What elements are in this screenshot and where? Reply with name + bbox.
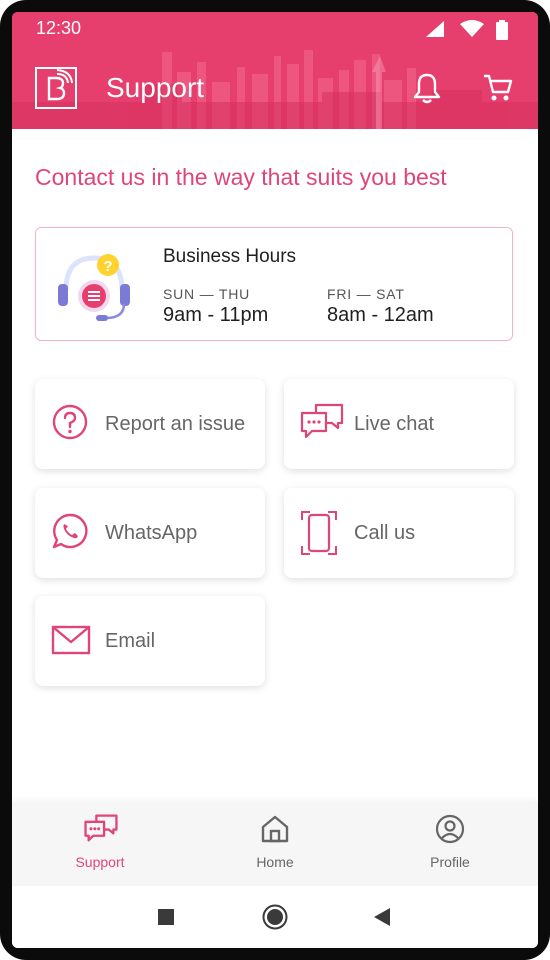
bell-icon[interactable] bbox=[412, 72, 442, 104]
phone-icon bbox=[301, 511, 337, 555]
weekday-label: SUN — THU bbox=[163, 286, 251, 302]
weekday-hours: 9am - 11pm bbox=[163, 304, 269, 326]
user-circle-icon bbox=[435, 814, 465, 844]
live-chat-label: Live chat bbox=[354, 413, 435, 435]
nav-home-label: Home bbox=[256, 854, 294, 870]
status-bar: 12:30 bbox=[12, 12, 538, 46]
business-hours-title: Business Hours bbox=[163, 246, 297, 267]
weekend-label: FRI — SAT bbox=[327, 286, 405, 302]
header: 12:30 Support bbox=[12, 12, 538, 129]
chat-bubbles-icon bbox=[84, 814, 118, 842]
report-issue-button[interactable]: Report an issue bbox=[35, 379, 265, 469]
whatsapp-label: WhatsApp bbox=[105, 522, 198, 544]
chat-bubbles-icon bbox=[300, 403, 344, 439]
system-nav-bar bbox=[12, 886, 538, 948]
call-us-button[interactable]: Call us bbox=[284, 488, 514, 578]
recents-square-icon[interactable] bbox=[158, 909, 174, 925]
screen: 12:30 Support Contact us in the way that… bbox=[12, 12, 538, 948]
nav-support[interactable]: Support bbox=[30, 802, 170, 886]
device-frame: 12:30 Support Contact us in the way that… bbox=[0, 0, 550, 960]
nav-home[interactable]: Home bbox=[205, 802, 345, 886]
question-circle-icon bbox=[52, 404, 88, 440]
business-hours-card: ? Business Hours SUN — THU 9am - 11pm FR… bbox=[35, 227, 513, 341]
nav-support-label: Support bbox=[75, 854, 125, 870]
headline: Contact us in the way that suits you bes… bbox=[35, 164, 447, 190]
report-issue-label: Report an issue bbox=[105, 413, 246, 435]
bottom-nav: Support Home Profile bbox=[12, 802, 538, 886]
nav-profile-label: Profile bbox=[430, 854, 470, 870]
svg-text:?: ? bbox=[103, 258, 112, 275]
whatsapp-icon bbox=[52, 513, 88, 549]
status-time: 12:30 bbox=[36, 18, 82, 38]
cell-signal-icon bbox=[426, 21, 444, 37]
nav-profile[interactable]: Profile bbox=[380, 802, 520, 886]
headset-support-icon: ? bbox=[58, 254, 130, 321]
envelope-icon bbox=[51, 625, 91, 655]
page-title: Support bbox=[106, 72, 205, 103]
back-triangle-icon[interactable] bbox=[374, 908, 390, 926]
weekend-hours: 8am - 12am bbox=[327, 304, 434, 326]
brand-b-logo-icon[interactable] bbox=[35, 67, 77, 109]
live-chat-button[interactable]: Live chat bbox=[284, 379, 514, 469]
email-label: Email bbox=[105, 630, 156, 652]
home-icon bbox=[261, 815, 289, 843]
wifi-icon bbox=[460, 20, 484, 37]
cart-icon[interactable] bbox=[482, 72, 514, 104]
home-circle-icon[interactable] bbox=[262, 904, 288, 930]
call-us-label: Call us bbox=[354, 522, 416, 544]
battery-icon bbox=[496, 20, 508, 40]
email-button[interactable]: Email bbox=[35, 596, 265, 686]
whatsapp-button[interactable]: WhatsApp bbox=[35, 488, 265, 578]
